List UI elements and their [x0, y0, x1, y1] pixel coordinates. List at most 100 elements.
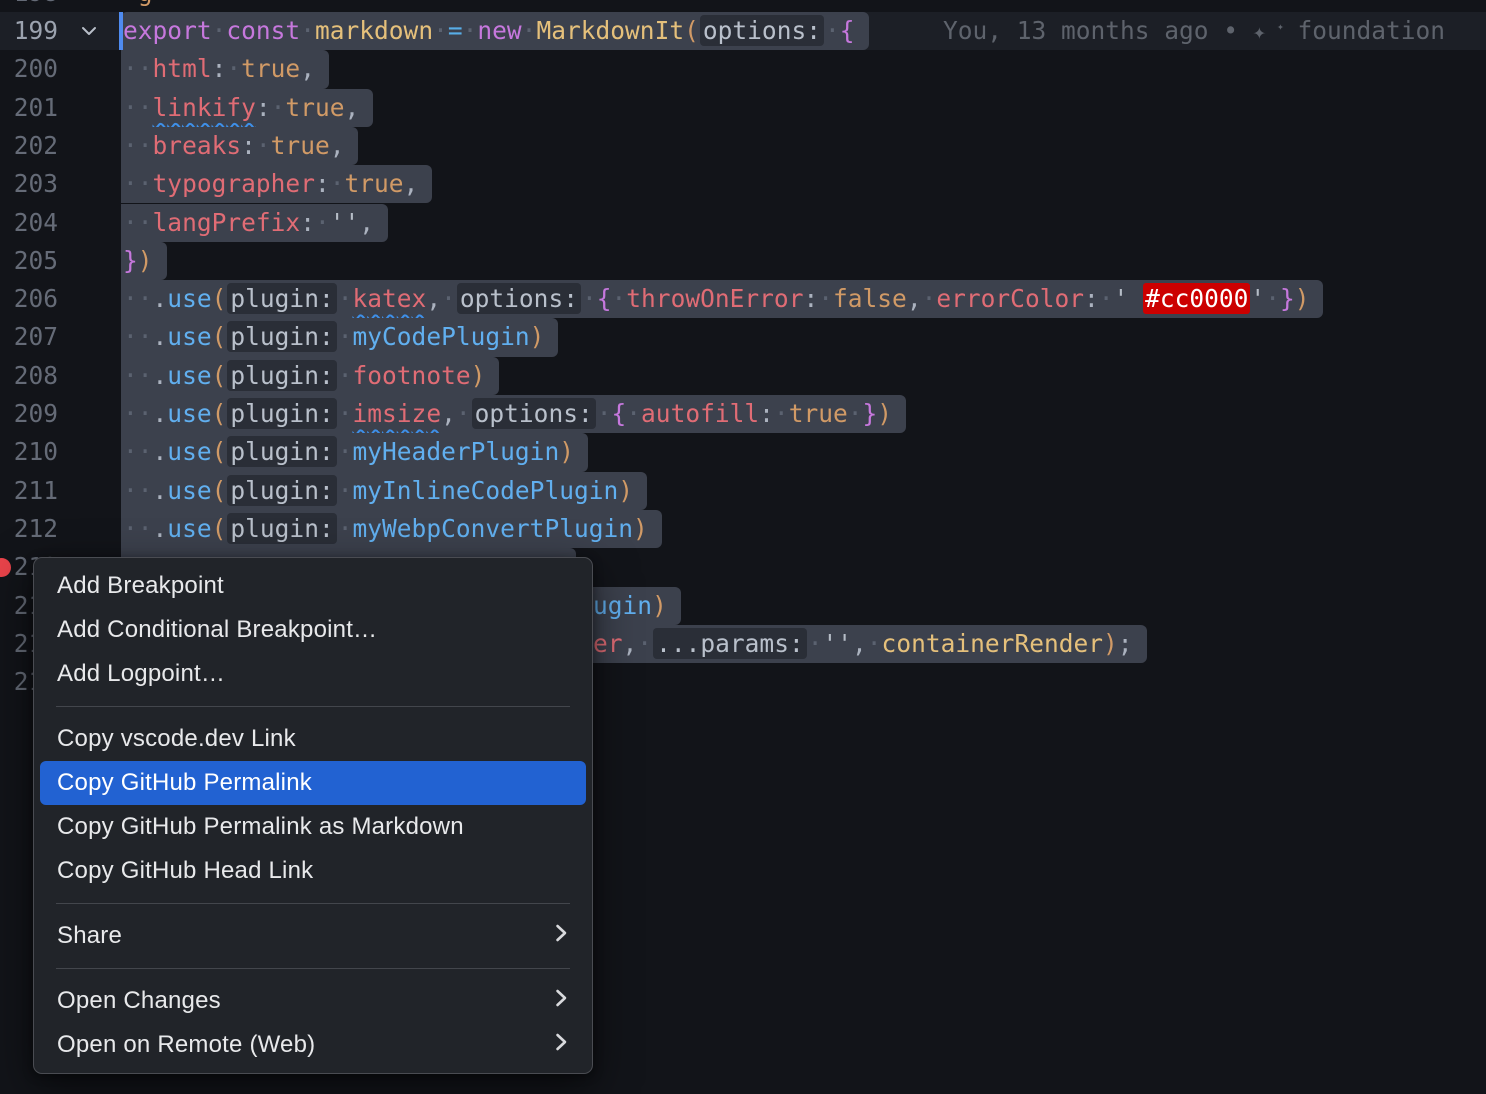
whitespace-dot: ·: [1265, 284, 1280, 313]
menu-item-copy-github-permalink[interactable]: Copy GitHub Permalink: [40, 761, 586, 805]
code-line[interactable]: 210··.use(plugin:·myHeaderPlugin): [0, 433, 1486, 471]
submenu-chevron-icon: [555, 1031, 568, 1059]
selection-highlight: ··.use(plugin:·myWebpConvertPlugin): [121, 510, 662, 548]
whitespace-dot: ·: [138, 284, 153, 313]
line-number[interactable]: 210: [0, 433, 58, 471]
code-text: ··.use(plugin:·myCodePlugin): [121, 318, 558, 356]
code-text: ··typographer:·true,: [121, 165, 432, 203]
line-number[interactable]: 200: [0, 50, 58, 88]
inlay-hint: plugin:: [227, 321, 336, 352]
whitespace-dot: ·: [123, 476, 138, 505]
whitespace-dot: ·: [138, 437, 153, 466]
whitespace-dot: ·: [338, 437, 353, 466]
whitespace-dot: ·: [271, 93, 286, 122]
line-number[interactable]: 212: [0, 510, 58, 548]
code-line[interactable]: 205}): [0, 242, 1486, 280]
whitespace-dot: ·: [123, 322, 138, 351]
line-number[interactable]: 205: [0, 242, 58, 280]
code-line[interactable]: 198·g: [0, 0, 1486, 12]
line-number[interactable]: 206: [0, 280, 58, 318]
color-swatch: #cc0000: [1143, 283, 1250, 314]
whitespace-dot: ·: [597, 399, 612, 428]
whitespace-dot: ·: [848, 399, 863, 428]
code-line[interactable]: 200 ··html:·true,: [0, 50, 1486, 88]
whitespace-dot: ·: [123, 514, 138, 543]
code-text: ugin): [593, 587, 681, 625]
whitespace-dot: ·: [123, 437, 138, 466]
code-line[interactable]: 208··.use(plugin:·footnote): [0, 357, 1486, 395]
whitespace-dot: ·: [138, 476, 153, 505]
line-number[interactable]: 198: [0, 0, 58, 12]
whitespace-dot: ·: [138, 131, 153, 160]
fold-chevron-icon[interactable]: [78, 12, 100, 50]
line-number[interactable]: 208: [0, 357, 58, 395]
menu-item-copy-vscode-dev-link[interactable]: Copy vscode.dev Link: [34, 717, 592, 761]
selection-highlight: er,·...params:·'',·containerRender);: [593, 625, 1147, 663]
menu-item-label: Copy GitHub Permalink as Markdown: [57, 813, 464, 841]
menu-item-label: Open Changes: [57, 987, 221, 1015]
submenu-chevron-icon: [555, 987, 568, 1015]
selection-highlight: ··.use(plugin:·katex,·options:·{·throwOn…: [121, 280, 1323, 318]
whitespace-dot: ·: [338, 476, 353, 505]
whitespace-dot: ·: [1099, 284, 1114, 313]
code-line[interactable]: 212 ··.use(plugin:·myWebpConvertPlugin): [0, 510, 1486, 548]
line-number[interactable]: 211: [0, 472, 58, 510]
inlay-hint: options:: [457, 283, 581, 314]
line-number[interactable]: 203: [0, 165, 58, 203]
code-text: ··breaks:·true,: [121, 127, 358, 165]
inlay-hint: plugin:: [227, 398, 336, 429]
whitespace-dot: ·: [626, 399, 641, 428]
menu-item-label: Add Conditional Breakpoint…: [57, 616, 377, 644]
code-line[interactable]: 207··.use(plugin:·myCodePlugin): [0, 318, 1486, 356]
selection-highlight: ··linkify:·true,: [121, 89, 373, 127]
code-line[interactable]: 203··typographer:·true,: [0, 165, 1486, 203]
inlay-hint: plugin:: [227, 436, 336, 467]
code-line[interactable]: 206··.use(plugin:·katex,·options:·{·thro…: [0, 280, 1486, 318]
menu-item-label: Add Logpoint…: [57, 660, 225, 688]
whitespace-dot: ·: [441, 284, 456, 313]
inlay-hint: ...params:: [653, 628, 807, 659]
code-line[interactable]: 209··.use(plugin:·imsize,·options:·{·aut…: [0, 395, 1486, 433]
whitespace-dot: ·: [138, 169, 153, 198]
line-number[interactable]: 204: [0, 204, 58, 242]
inlay-hint: plugin:: [227, 360, 336, 391]
whitespace-dot: ·: [123, 0, 138, 7]
whitespace-dot: ·: [138, 54, 153, 83]
code-text: ··.use(plugin:·imsize,·options:·{·autofi…: [121, 395, 906, 433]
selection-highlight: ugin): [593, 587, 681, 625]
line-number[interactable]: 207: [0, 318, 58, 356]
selection-highlight: ··html:·true,: [121, 50, 329, 88]
code-text: er,·...params:·'',·containerRender);: [593, 625, 1147, 663]
menu-item-add-logpoint[interactable]: Add Logpoint…: [34, 652, 592, 696]
menu-item-add-conditional-breakpoint[interactable]: Add Conditional Breakpoint…: [34, 608, 592, 652]
line-number[interactable]: 201: [0, 89, 58, 127]
inlay-hint: options:: [472, 398, 596, 429]
code-line[interactable]: 199export·const·markdown·=·new·MarkdownI…: [0, 12, 1486, 50]
menu-item-label: Share: [57, 922, 122, 950]
code-line[interactable]: 211 ··.use(plugin:·myInlineCodePlugin): [0, 472, 1486, 510]
menu-item-copy-github-permalink-as-markdown[interactable]: Copy GitHub Permalink as Markdown: [34, 805, 592, 849]
menu-item-share[interactable]: Share: [34, 914, 592, 958]
line-number[interactable]: 199: [0, 12, 58, 50]
whitespace-dot: ·: [123, 131, 138, 160]
code-line[interactable]: 202 ··breaks:·true,: [0, 127, 1486, 165]
menu-item-open-on-remote-web[interactable]: Open on Remote (Web): [34, 1023, 592, 1067]
whitespace-dot: ·: [338, 322, 353, 351]
whitespace-dot: ·: [123, 361, 138, 390]
selection-highlight: ··.use(plugin:·myInlineCodePlugin): [121, 472, 647, 510]
whitespace-dot: ·: [338, 399, 353, 428]
code-line[interactable]: 204 ··langPrefix:·'',: [0, 204, 1486, 242]
menu-separator: [56, 903, 570, 904]
menu-item-add-breakpoint[interactable]: Add Breakpoint: [34, 564, 592, 608]
code-text: ··.use(plugin:·myInlineCodePlugin): [121, 472, 647, 510]
menu-item-open-changes[interactable]: Open Changes: [34, 979, 592, 1023]
line-number[interactable]: 209: [0, 395, 58, 433]
selection-highlight: ··langPrefix:·'',: [121, 204, 388, 242]
line-number[interactable]: 202: [0, 127, 58, 165]
whitespace-dot: ·: [330, 169, 345, 198]
menu-item-copy-github-head-link[interactable]: Copy GitHub Head Link: [34, 849, 592, 893]
inlay-hint: plugin:: [227, 475, 336, 506]
code-line[interactable]: 201 ··linkify:·true,: [0, 89, 1486, 127]
code-text: ··.use(plugin:·footnote): [121, 357, 499, 395]
whitespace-dot: ·: [123, 399, 138, 428]
